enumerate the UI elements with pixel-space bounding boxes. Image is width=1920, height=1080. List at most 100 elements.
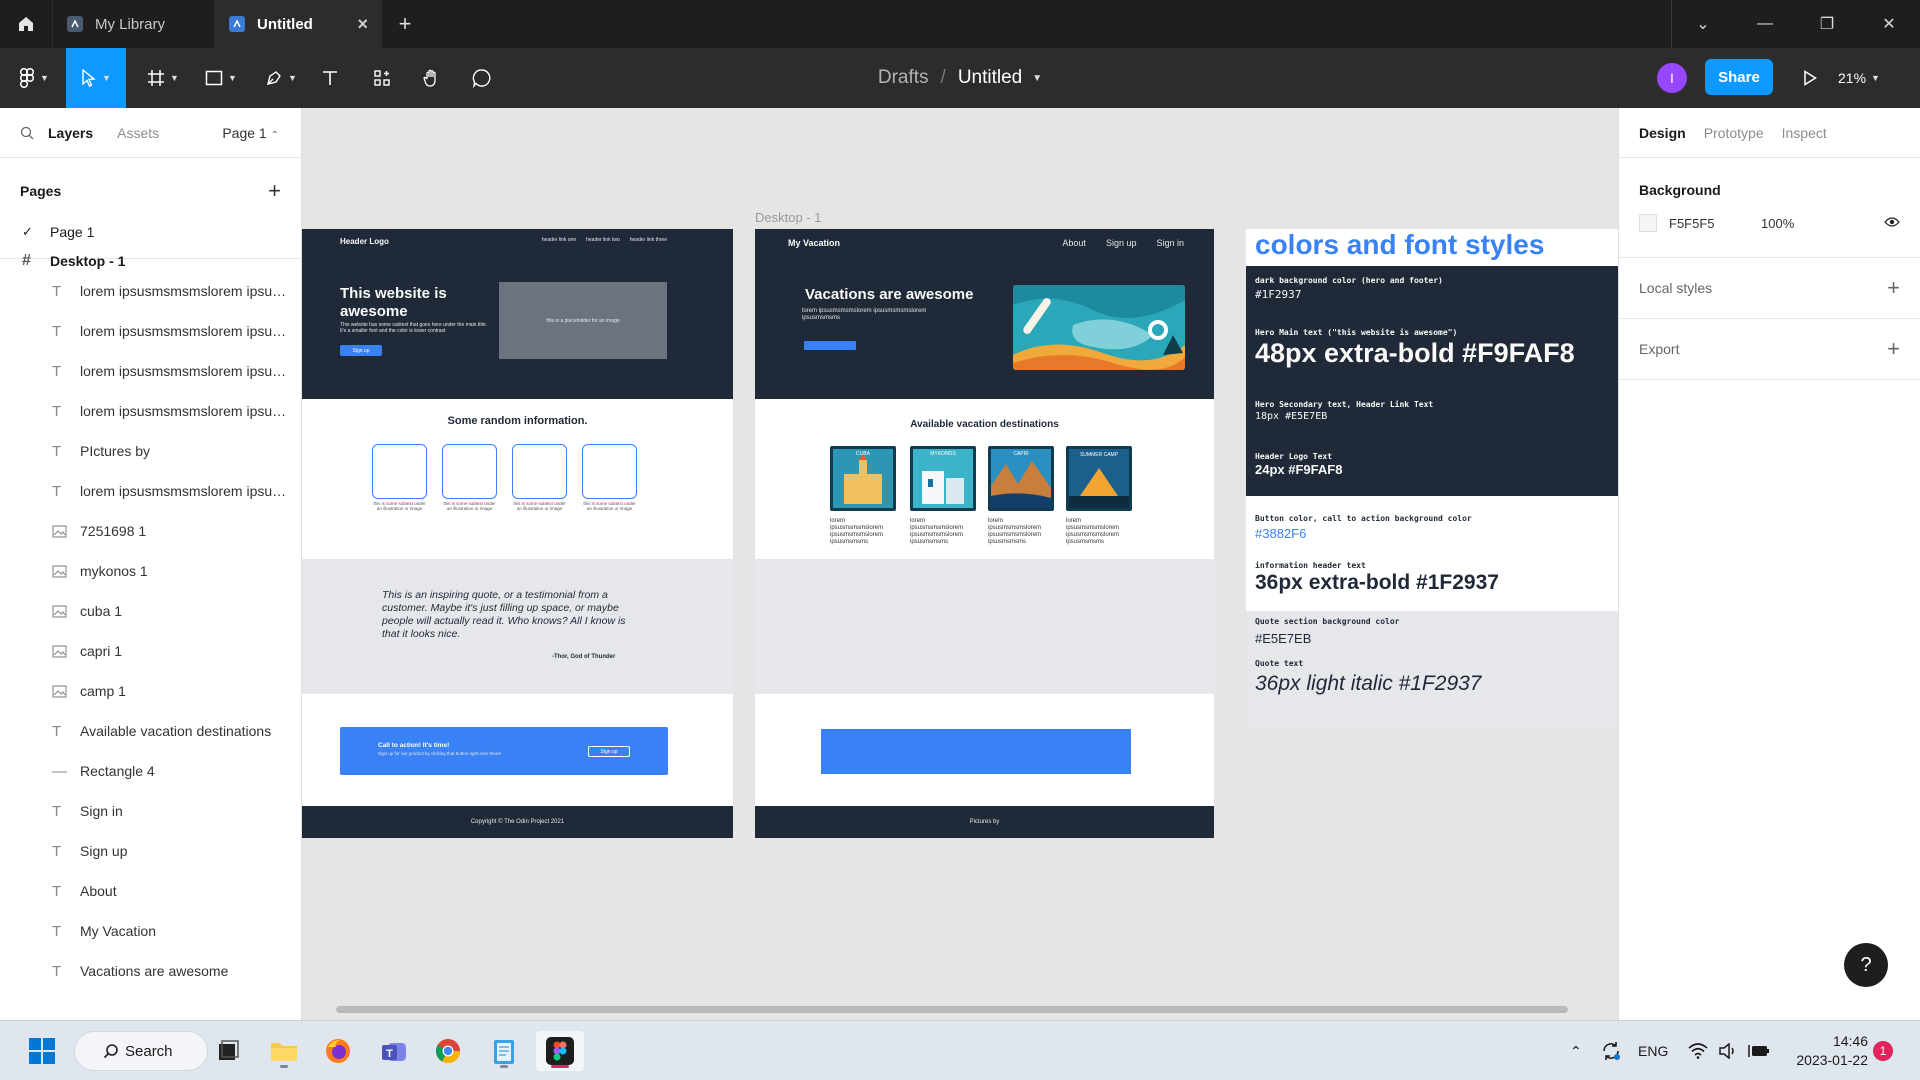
restore-button[interactable]: ❐ [1796,0,1858,48]
share-button[interactable]: Share [1705,59,1773,95]
volume-icon[interactable] [1718,1021,1738,1080]
layer-item[interactable]: T Vacations are awesome [0,951,301,991]
hero-subtext: lorem ipsusmsmsmslorem ipsusmsmsmslorem … [802,308,927,321]
layer-item[interactable]: T Sign up [0,831,301,871]
tab-assets[interactable]: Assets [117,125,159,141]
comment-tool-button[interactable] [466,48,498,108]
help-button[interactable]: ? [1844,943,1888,987]
layer-item[interactable]: — Rectangle 4 [0,751,301,791]
breadcrumb-separator: / [940,67,946,88]
layer-item[interactable]: Tlorem ipsusmsmsmslorem ipsusmsmsmslorem… [0,351,301,391]
tab-my-library[interactable]: My Library [52,0,214,48]
horizontal-scrollbar[interactable] [336,1006,1568,1013]
layer-item[interactable]: 7251698 1 [0,511,301,551]
close-tab-icon[interactable]: × [357,14,368,35]
figma-taskbar-button[interactable] [536,1031,584,1071]
layer-frame[interactable]: # Desktop - 1 [0,251,301,271]
chevron-down-icon[interactable]: ▼ [1032,73,1042,84]
wireframe-mockup[interactable]: Header Logo header link one header link … [302,229,733,838]
layer-item-label: PIctures by [80,443,151,459]
chevron-up-icon[interactable]: ⌃ [1570,1021,1582,1080]
tab-design[interactable]: Design [1639,125,1686,141]
home-button[interactable] [0,0,52,48]
task-view-button[interactable] [208,1031,248,1071]
layer-item[interactable]: cuba 1 [0,591,301,631]
layer-item[interactable]: camp 1 [0,671,301,711]
chrome-button[interactable] [428,1031,468,1071]
style-label: Header Logo Text [1255,452,1333,461]
layer-item[interactable]: Tlorem ipsusmsmsmslorem ipsusmsmsmslorem… [0,311,301,351]
card-caption: this is some subtext under an illustrati… [443,501,496,511]
tab-inspect[interactable]: Inspect [1782,125,1827,141]
language-indicator[interactable]: ENG [1638,1021,1668,1080]
main-menu-button[interactable]: ▼ [10,48,58,108]
sync-icon[interactable] [1600,1021,1622,1080]
notification-badge[interactable]: 1 [1873,1041,1893,1061]
close-window-button[interactable]: ✕ [1858,0,1920,48]
resources-tool-button[interactable] [366,48,398,108]
add-style-button[interactable]: + [1887,275,1900,301]
file-explorer-button[interactable] [264,1031,304,1071]
layer-item[interactable]: Tlorem ipsusmsmsmslorem ipsusmsmsmslorem… [0,471,301,511]
style-value: #3882F6 [1255,526,1307,541]
style-label: Quote text [1255,659,1304,668]
zoom-dropdown[interactable]: 21% ▼ [1838,48,1880,108]
firefox-button[interactable] [318,1031,358,1071]
layer-item[interactable]: Tlorem ipsusmsmsmslorem ipsusmsmsmslorem… [0,271,301,311]
layer-item[interactable]: T Available vacation destinations [0,711,301,751]
battery-icon[interactable] [1748,1021,1770,1080]
vacation-mockup-frame[interactable]: My Vacation About Sign up Sign in Vacati… [755,229,1214,838]
figma-file-icon [67,16,83,32]
background-opacity-input[interactable]: 100% [1761,216,1794,231]
layer-item[interactable]: Tlorem ipsusmsmsmslorem ipsusmsmsmslorem… [0,391,301,431]
wifi-icon[interactable] [1688,1021,1708,1080]
style-guide[interactable]: colors and font styles dark background c… [1246,229,1618,726]
frame-label[interactable]: Desktop - 1 [755,210,821,225]
add-page-button[interactable]: + [268,178,281,204]
layer-item[interactable]: capri 1 [0,631,301,671]
layer-item[interactable]: T Sign in [0,791,301,831]
search-icon[interactable] [20,126,34,140]
pen-tool-button[interactable]: ▼ [258,48,304,108]
play-icon [1804,70,1817,86]
tab-layers[interactable]: Layers [48,125,93,141]
layer-item[interactable]: mykonos 1 [0,551,301,591]
background-hex-input[interactable]: F5F5F5 [1669,216,1761,231]
page-item[interactable]: ✓ Page 1 [0,212,301,252]
chevron-down-icon: ▼ [40,73,49,83]
text-layer-icon: T [52,802,62,820]
style-value: #E5E7EB [1255,631,1312,646]
minimize-button[interactable]: — [1734,0,1796,48]
layer-item[interactable]: T My Vacation [0,911,301,951]
layer-item[interactable]: T About [0,871,301,911]
notepad-button[interactable] [484,1031,524,1071]
avatar[interactable]: I [1657,63,1687,93]
layer-item[interactable]: T PIctures by [0,431,301,471]
layer-item-label: lorem ipsusmsmsmslorem ipsusmsmsmslorem … [80,403,288,419]
page-selector[interactable]: Page 1 ⌃ [222,125,279,141]
shape-tool-button[interactable]: ▼ [198,48,244,108]
taskbar-search[interactable]: Search [74,1031,208,1071]
new-tab-button[interactable]: + [382,0,428,48]
teams-button[interactable]: T [374,1031,414,1071]
canvas[interactable]: Desktop - 1 Header Logo header link one … [302,108,1618,1020]
text-tool-button[interactable] [314,48,346,108]
breadcrumb-drafts[interactable]: Drafts [878,67,929,89]
system-clock[interactable]: 14:46 2023-01-22 [1788,1032,1868,1070]
chevron-down-icon: ▼ [102,73,111,83]
present-button[interactable] [1795,63,1825,93]
tab-prototype[interactable]: Prototype [1704,125,1764,141]
chevron-down-icon[interactable]: ⌄ [1672,0,1734,48]
background-row: F5F5F5 100% [1639,214,1900,232]
frame-tool-button[interactable]: ▼ [140,48,186,108]
move-tool-button[interactable]: ▼ [66,48,126,108]
text-layer-icon: T [52,442,62,460]
background-color-swatch[interactable] [1639,214,1657,232]
add-export-button[interactable]: + [1887,336,1900,362]
start-button[interactable] [22,1031,62,1071]
tab-untitled[interactable]: Untitled × [214,0,382,48]
hand-tool-button[interactable] [416,48,448,108]
cursor-icon [82,69,96,87]
file-name[interactable]: Untitled [958,67,1022,89]
eye-icon[interactable] [1884,216,1900,231]
